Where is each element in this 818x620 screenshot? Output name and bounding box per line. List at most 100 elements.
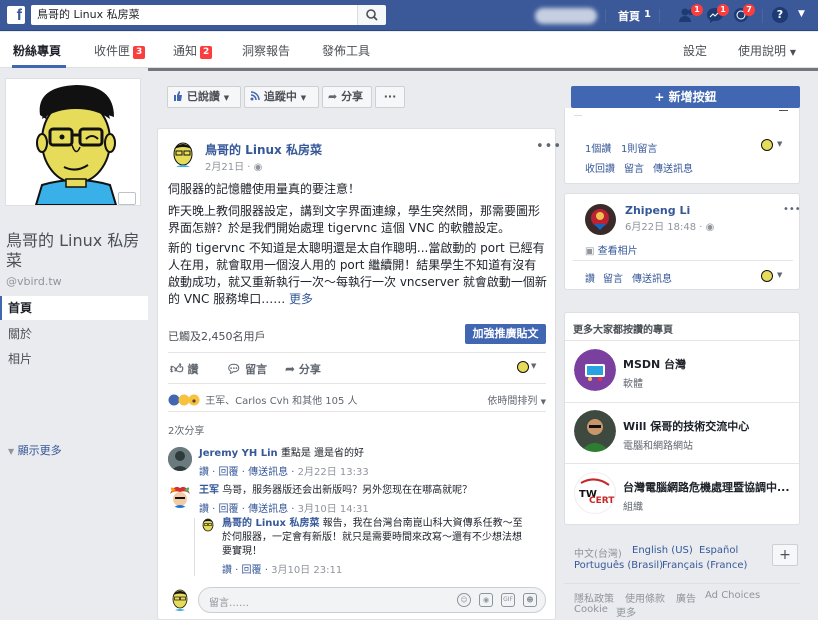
suggested-page-name[interactable]: MSDN 台灣 [623,356,686,372]
activity-time[interactable]: 6月22日 18:48 · ◉ [625,218,714,233]
facebook-logo[interactable]: f [7,6,25,24]
comment-button[interactable]: 💬︎ 留言 [226,361,267,377]
comment-link[interactable]: 留言 [624,160,644,175]
page-avatar-will[interactable] [574,410,616,452]
reply-time[interactable]: 3月10日 23:11 [271,565,342,576]
home-link[interactable]: 首頁 [618,8,640,24]
comment-reply-link[interactable]: 回覆 [219,467,239,478]
comments-count[interactable]: 1則留言 [621,140,657,155]
language-option[interactable]: Português (Brasil) [574,560,663,571]
comment-time[interactable]: 2月22日 13:33 [298,467,369,478]
act-as-avatar[interactable] [761,139,773,151]
comment-like-link[interactable]: 讚 [199,467,209,478]
profile-picture[interactable] [5,78,141,206]
likes-count[interactable]: 1個讚 [585,140,611,155]
comment-input[interactable]: 留言…… ☺ ◉ GIF ☻ [198,587,546,613]
author-avatar[interactable] [168,139,198,169]
emoji-icon[interactable]: ☺ [457,593,471,607]
left-nav-about[interactable]: 關於 [0,322,148,346]
post-card: 鳥哥的 Linux 私房菜 2月21日 · ◉ ••• 伺服器的記憶體使用量真的… [157,128,561,620]
caret-down-icon[interactable]: ▼ [798,9,805,19]
help-icon[interactable]: ? [772,7,788,23]
add-button-cta[interactable]: + 新增按鈕 [571,86,800,108]
sticker-icon[interactable]: ☻ [523,593,537,607]
comment-message-link[interactable]: 傳送訊息 [248,504,288,515]
page-avatar-msdn[interactable] [574,349,616,391]
user-name[interactable]: Zhipeng Li [625,204,690,217]
reactions-summary[interactable]: 王军、Carlos Cvh 和其他 105 人 依時間排列 ▼ [168,392,546,407]
suggested-page-name[interactable]: 台灣電腦網路危機處理暨協調中... [623,479,790,495]
comment-like-link[interactable]: 讚 [199,504,209,515]
share-button[interactable]: ➦ 分享 [285,361,321,377]
commenter-avatar[interactable] [168,484,192,508]
divider [605,9,606,23]
liked-button[interactable]: 已說讚 ▼ [167,86,241,108]
language-option[interactable]: Español [699,545,738,556]
caret-down-icon[interactable]: ▼ [531,362,536,370]
left-nav-photos[interactable]: 相片 [0,347,148,371]
left-column: 鳥哥的 Linux 私房菜 @vbird.tw 首頁 關於 相片 ▼ 顯示更多 [0,68,148,620]
caret-down-icon[interactable]: ▼ [777,271,782,279]
post-author[interactable]: 鳥哥的 Linux 私房菜 [205,141,322,158]
share-count[interactable]: 2次分享 [168,422,204,437]
see-more-link[interactable]: 更多 [289,292,313,306]
tab-inbox[interactable]: 收件匣 3 [94,42,146,59]
comment-time[interactable]: 3月10日 14:31 [298,504,369,515]
unlike-link[interactable]: 收回讚 [585,160,615,175]
left-nav-home[interactable]: 首頁 [0,296,148,320]
options-button[interactable]: ••• [783,204,801,215]
view-photo-label: 查看相片 [597,246,638,257]
show-more-link[interactable]: ▼ 顯示更多 [8,442,62,458]
tab-publishing-tools[interactable]: 發佈工具 [322,42,370,59]
boost-post-button[interactable]: 加強推廣貼文 [465,324,546,344]
sort-comments[interactable]: 依時間排列 ▼ [487,392,546,407]
commenter-name[interactable]: Jeremy YH Lin [199,448,278,459]
search-button[interactable] [357,5,386,25]
page-avatar-twcert[interactable]: TW CERT [574,472,616,514]
footer-privacy[interactable]: 隱私政策 [574,590,614,605]
comment-link[interactable]: 留言 [603,270,623,285]
suggested-page-name[interactable]: Will 保哥的技術交流中心 [623,418,749,434]
settings-link[interactable]: 設定 [683,42,707,59]
share-page-button[interactable]: ➦ 分享 [322,86,372,108]
tab-page[interactable]: 粉絲專頁 [13,42,61,59]
footer-ad-choices[interactable]: Ad Choices [705,590,760,601]
language-option[interactable]: English (US) [632,545,693,556]
following-button[interactable]: 追蹤中 ▼ [244,86,319,108]
footer-more[interactable]: 更多 [616,604,636,619]
act-as-avatar[interactable] [761,270,773,282]
post-timestamp[interactable]: 2月21日 · ◉ [205,158,262,173]
comment-message-link[interactable]: 傳送訊息 [248,467,288,478]
reply-author-name[interactable]: 鳥哥的 Linux 私房菜 [222,518,319,529]
reply-author-avatar[interactable] [200,517,216,533]
language-option[interactable]: Français (France) [662,560,747,571]
footer-terms[interactable]: 使用條款 [625,590,665,605]
camera-icon[interactable] [118,192,136,205]
add-language-button[interactable]: + [772,544,798,566]
post-reach[interactable]: 已觸及2,450名用戶 [168,328,266,344]
user-avatar[interactable] [585,204,616,235]
commenter-avatar[interactable] [168,447,192,471]
send-message-link[interactable]: 傳送訊息 [653,160,693,175]
send-message-link[interactable]: 傳送訊息 [632,270,672,285]
tab-insights[interactable]: 洞察報告 [242,42,290,59]
post-options-button[interactable]: ••• [536,139,562,154]
profile-link-blurred[interactable] [535,8,597,24]
commenter-name[interactable]: 王军 [199,485,219,496]
post-as-avatar[interactable] [517,361,529,373]
tab-notifications[interactable]: 通知 2 [173,42,213,59]
view-photo-link[interactable]: ▣ 查看相片 [585,242,638,257]
reply-reply-link[interactable]: 回覆 [242,565,262,576]
like-button[interactable]: 👍︎ 讚 [170,361,198,377]
like-link[interactable]: 讚 [585,270,595,285]
footer-ads[interactable]: 廣告 [676,590,696,605]
caret-down-icon[interactable]: ▼ [777,140,782,148]
help-menu[interactable]: 使用說明 ▼ [738,42,796,59]
camera-icon[interactable]: ◉ [479,593,493,607]
footer-cookies[interactable]: Cookie [574,604,608,615]
more-actions-button[interactable]: ··· [375,86,405,108]
gif-icon[interactable]: GIF [501,593,515,607]
search-input[interactable]: 鳥哥的 Linux 私房菜 [31,5,357,25]
reply-like-link[interactable]: 讚 [222,565,232,576]
comment-reply-link[interactable]: 回覆 [219,504,239,515]
